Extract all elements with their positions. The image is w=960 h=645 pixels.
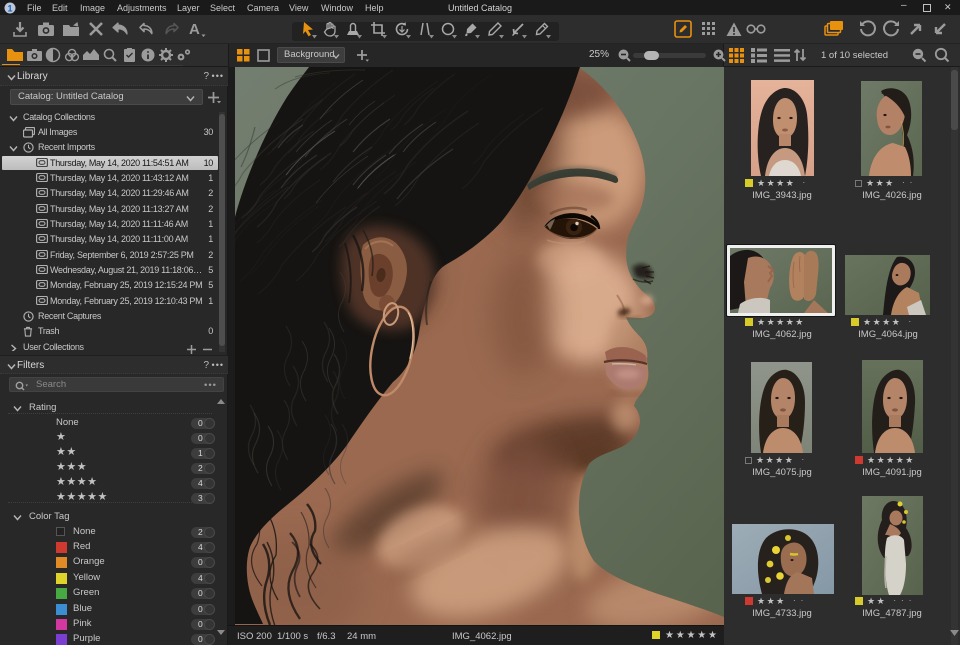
svg-text:1: 1 bbox=[7, 3, 12, 13]
svg-text:A: A bbox=[189, 21, 200, 38]
